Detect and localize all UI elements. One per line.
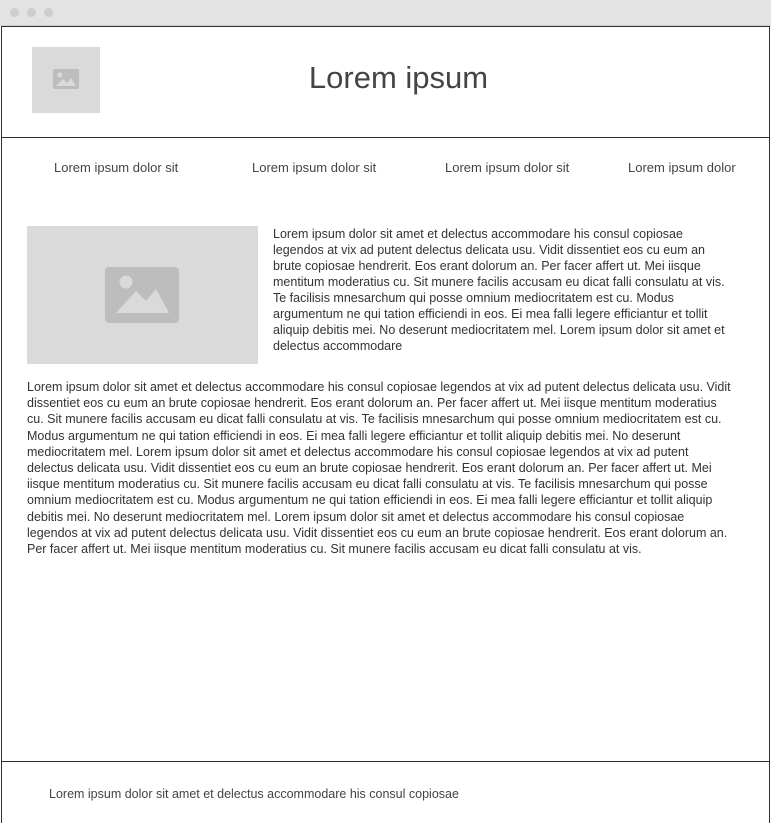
window-close-button[interactable] xyxy=(10,8,19,17)
hero-image-placeholder xyxy=(27,226,258,364)
nav-item-2[interactable]: Lorem ipsum dolor sit xyxy=(252,160,376,176)
main-content: Lorem ipsum dolor sit amet et delectus a… xyxy=(1,209,770,762)
browser-window: Lorem ipsum Lorem ipsum dolor sit Lorem … xyxy=(0,0,771,823)
window-titlebar xyxy=(0,0,771,26)
body-paragraph: Lorem ipsum dolor sit amet et delectus a… xyxy=(27,380,731,557)
nav-item-4[interactable]: Lorem ipsum dolor xyxy=(628,160,736,176)
window-minimize-button[interactable] xyxy=(27,8,36,17)
nav-item-3[interactable]: Lorem ipsum dolor sit xyxy=(445,160,569,176)
page-header: Lorem ipsum xyxy=(1,26,770,138)
page-footer: Lorem ipsum dolor sit amet et delectus a… xyxy=(1,761,770,823)
navigation-bar: Lorem ipsum dolor sit Lorem ipsum dolor … xyxy=(1,137,770,210)
nav-item-1[interactable]: Lorem ipsum dolor sit xyxy=(54,160,178,176)
window-maximize-button[interactable] xyxy=(44,8,53,17)
intro-paragraph: Lorem ipsum dolor sit amet et delectus a… xyxy=(273,227,725,353)
image-placeholder-icon xyxy=(105,267,179,323)
footer-text: Lorem ipsum dolor sit amet et delectus a… xyxy=(49,787,459,801)
page-title: Lorem ipsum xyxy=(308,60,489,95)
